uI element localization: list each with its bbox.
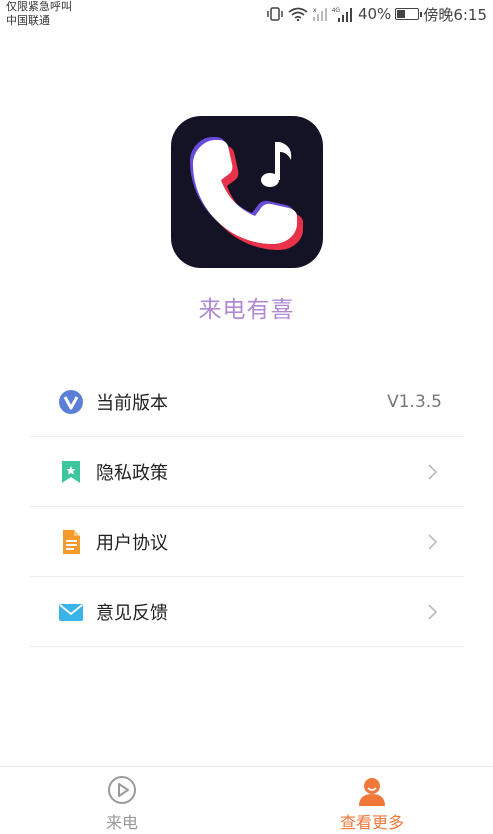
menu-item-feedback[interactable]: 意见反馈 (30, 577, 464, 647)
status-icons: x 4G 40% 傍晚6:15 (266, 4, 487, 24)
svg-text:x: x (313, 7, 317, 14)
network-type-label: 4G (332, 8, 340, 14)
carrier-info: 仅限紧急呼叫 中国联通 (6, 0, 72, 28)
vibrate-icon (266, 7, 284, 21)
version-v-icon (58, 389, 84, 415)
carrier-line-2: 中国联通 (6, 14, 50, 27)
tab-incoming-call[interactable]: 来电 (42, 767, 202, 834)
clock: 傍晚6:15 (423, 5, 487, 24)
person-icon (356, 775, 388, 811)
chevron-right-icon (428, 464, 438, 484)
app-name: 来电有喜 (198, 297, 295, 323)
wifi-icon (288, 7, 308, 21)
menu-item-privacy[interactable]: 隐私政策 (30, 437, 464, 507)
tab-see-more[interactable]: 查看更多 (292, 767, 452, 834)
signal-4g-icon: 4G (332, 6, 354, 22)
chevron-right-icon (428, 534, 438, 554)
document-icon (58, 529, 84, 555)
menu-item-label: 意见反馈 (96, 602, 168, 624)
menu-item-label: 用户协议 (96, 532, 168, 554)
settings-menu: 当前版本 V1.3.5 隐私政策 用户协议 意见反馈 (30, 367, 464, 647)
chevron-right-icon (428, 604, 438, 624)
tab-label: 来电 (105, 813, 138, 832)
menu-item-label: 隐私政策 (96, 462, 168, 484)
phone-music-icon (190, 137, 303, 250)
menu-item-version[interactable]: 当前版本 V1.3.5 (30, 367, 464, 437)
tab-label: 查看更多 (339, 813, 404, 832)
app-logo (171, 116, 323, 268)
version-value: V1.3.5 (387, 391, 442, 412)
carrier-line-1: 仅限紧急呼叫 (6, 0, 72, 13)
bottom-tab-bar: 来电 查看更多 (0, 766, 493, 834)
menu-item-label: 当前版本 (96, 392, 168, 414)
signal-off-icon: x (312, 7, 328, 21)
play-circle-icon (107, 775, 137, 809)
privacy-bookmark-icon (58, 459, 84, 485)
mail-icon (58, 599, 84, 625)
battery-icon (395, 8, 423, 20)
menu-item-user-agreement[interactable]: 用户协议 (30, 507, 464, 577)
battery-percent: 40% (357, 5, 392, 23)
status-bar: 仅限紧急呼叫 中国联通 x 4G 40% 傍晚6:15 (0, 0, 493, 36)
